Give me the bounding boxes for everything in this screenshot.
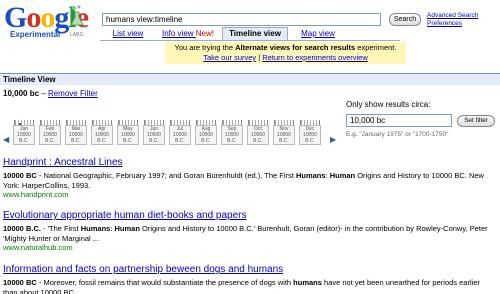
timeline-month[interactable]: Jul 10000 B.C.: [168, 120, 192, 145]
result-item: Information and facts on partnership bew…: [3, 264, 493, 294]
timeline-month[interactable]: Oct 10000 B.C.: [246, 120, 270, 145]
set-filter-button[interactable]: Set filter: [457, 115, 495, 127]
search-button[interactable]: Search: [389, 13, 421, 26]
tab-divider: [100, 40, 400, 41]
remove-filter-link[interactable]: Remove Filter: [48, 89, 98, 98]
active-filter: 10,000 bc – Remove Filter: [3, 89, 98, 98]
timeline-month[interactable]: Dec 10000 B.C.: [298, 120, 322, 145]
search-input[interactable]: [102, 13, 381, 26]
timeline-month[interactable]: May 10000 B.C.: [116, 120, 140, 145]
tab-timeline-view[interactable]: Timeline view: [222, 27, 288, 40]
tab-list-view[interactable]: List view: [108, 28, 148, 40]
google-labs-logo[interactable]: Google Experimental LABS: [4, 3, 96, 43]
result-url: www.handprint.com: [3, 190, 69, 199]
timeline-month-label: Mar 10000 B.C.: [65, 125, 87, 145]
result-title[interactable]: Information and facts on partnership bew…: [3, 264, 283, 275]
preferences-link[interactable]: Preferences: [427, 20, 462, 27]
timeline-month-label: Aug 10000 B.C.: [195, 125, 217, 145]
timeline-month-label: Apr 10000 B.C.: [91, 125, 113, 145]
new-badge: New!: [195, 29, 215, 38]
timeline-month[interactable]: Feb 10000 B.C.: [38, 120, 62, 145]
circa-example: E.g. "January 1975" or "1700-1750": [346, 131, 449, 138]
timeline-month-label: Dec 10000 B.C.: [299, 125, 321, 145]
result-url: www.naturalhub.com: [3, 243, 73, 252]
timeline-month[interactable]: Sep 10000 B.C.: [220, 120, 244, 145]
timeline-month-label: Jul 10000 B.C.: [169, 125, 191, 145]
logo-subtitle: Experimental: [10, 30, 61, 39]
result-item: Handprint : Ancestral Lines 10000 BC - N…: [3, 157, 493, 200]
timeline-prev-arrow[interactable]: ◀: [3, 135, 9, 144]
timeline-month-label: Feb 10000 B.C.: [39, 125, 61, 145]
experiment-name: Alternate views for search results: [235, 43, 356, 52]
survey-link[interactable]: Take our survey: [203, 53, 256, 62]
advanced-links: Advanced Search Preferences: [427, 12, 478, 28]
tab-map-view[interactable]: Map view: [298, 28, 338, 40]
timeline-header: Timeline View: [0, 73, 500, 85]
result-title[interactable]: Handprint : Ancestral Lines: [3, 157, 123, 168]
tab-info-view[interactable]: Info view New!: [158, 28, 218, 40]
result-snippet: 10000 BC - National Geographic, February…: [3, 171, 484, 190]
timeline-month-label: Jun 10000 B.C.: [143, 125, 165, 145]
view-tabs: List view Info view New! Timeline view M…: [100, 27, 400, 40]
timeline-month-label: Nov 10000 B.C.: [273, 125, 295, 145]
timeline-month[interactable]: Apr 10000 B.C.: [90, 120, 114, 145]
timeline-month[interactable]: Nov 10000 B.C.: [272, 120, 296, 145]
timeline-months: Jan 10000 B.C. Feb 10000 B.C. Mar 10000 B.C. Apr 1…: [12, 120, 328, 148]
timeline-month-label: Sep 10000 B.C.: [221, 125, 243, 145]
timeline-month[interactable]: Jan 10000 B.C.: [12, 120, 36, 145]
result-snippet: 10000 B.C. - 'The First Humans: Human Or…: [3, 224, 488, 243]
circa-input[interactable]: [346, 114, 452, 127]
result-item: Evolutionary appropriate human diet-book…: [3, 210, 493, 253]
flask-icon: [70, 5, 84, 26]
timeline-month-label: Jan 10000 B.C.: [13, 125, 35, 145]
advanced-search-link[interactable]: Advanced Search: [427, 12, 478, 19]
result-title[interactable]: Evolutionary appropriate human diet-book…: [3, 210, 247, 221]
timeline-month[interactable]: Aug 10000 B.C.: [194, 120, 218, 145]
timeline-month[interactable]: Mar 10000 B.C.: [64, 120, 88, 145]
timeline-month-label: May 10000 B.C.: [117, 125, 139, 145]
experiments-overview-link[interactable]: Return to experiments overview: [262, 53, 367, 62]
result-snippet: 10000 BC - Moreover, fossil remains that…: [3, 278, 480, 294]
timeline-month-label: Oct 10000 B.C.: [247, 125, 269, 145]
logo-labs: LABS: [70, 32, 83, 38]
circa-label: Only show results circa:: [346, 100, 431, 109]
experiment-notice: You are trying the Alternate views for s…: [165, 42, 406, 64]
timeline-next-arrow[interactable]: ▶: [330, 135, 336, 144]
timeline-month[interactable]: Jun 10000 B.C.: [142, 120, 166, 145]
active-filter-value: 10,000 bc: [3, 89, 40, 98]
